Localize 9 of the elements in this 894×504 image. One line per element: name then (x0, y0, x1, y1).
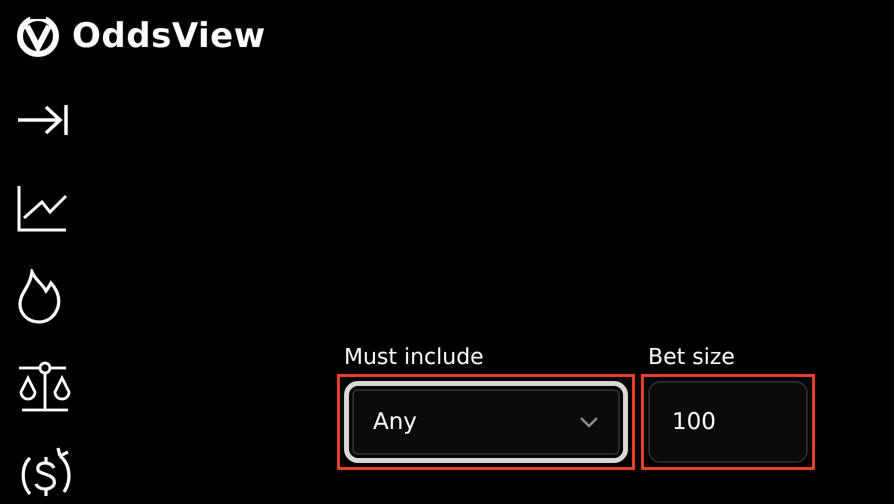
logo-icon (16, 14, 60, 58)
flame-icon[interactable] (16, 269, 62, 325)
field-label: Bet size (647, 345, 736, 370)
chevron-down-icon (579, 416, 599, 428)
dropdown[interactable]: Any (344, 381, 628, 463)
line-chart-icon[interactable] (16, 184, 68, 232)
field-label: Must include (343, 345, 485, 370)
input-field[interactable]: 100 (648, 381, 808, 463)
brand-name: OddsView (72, 16, 266, 56)
